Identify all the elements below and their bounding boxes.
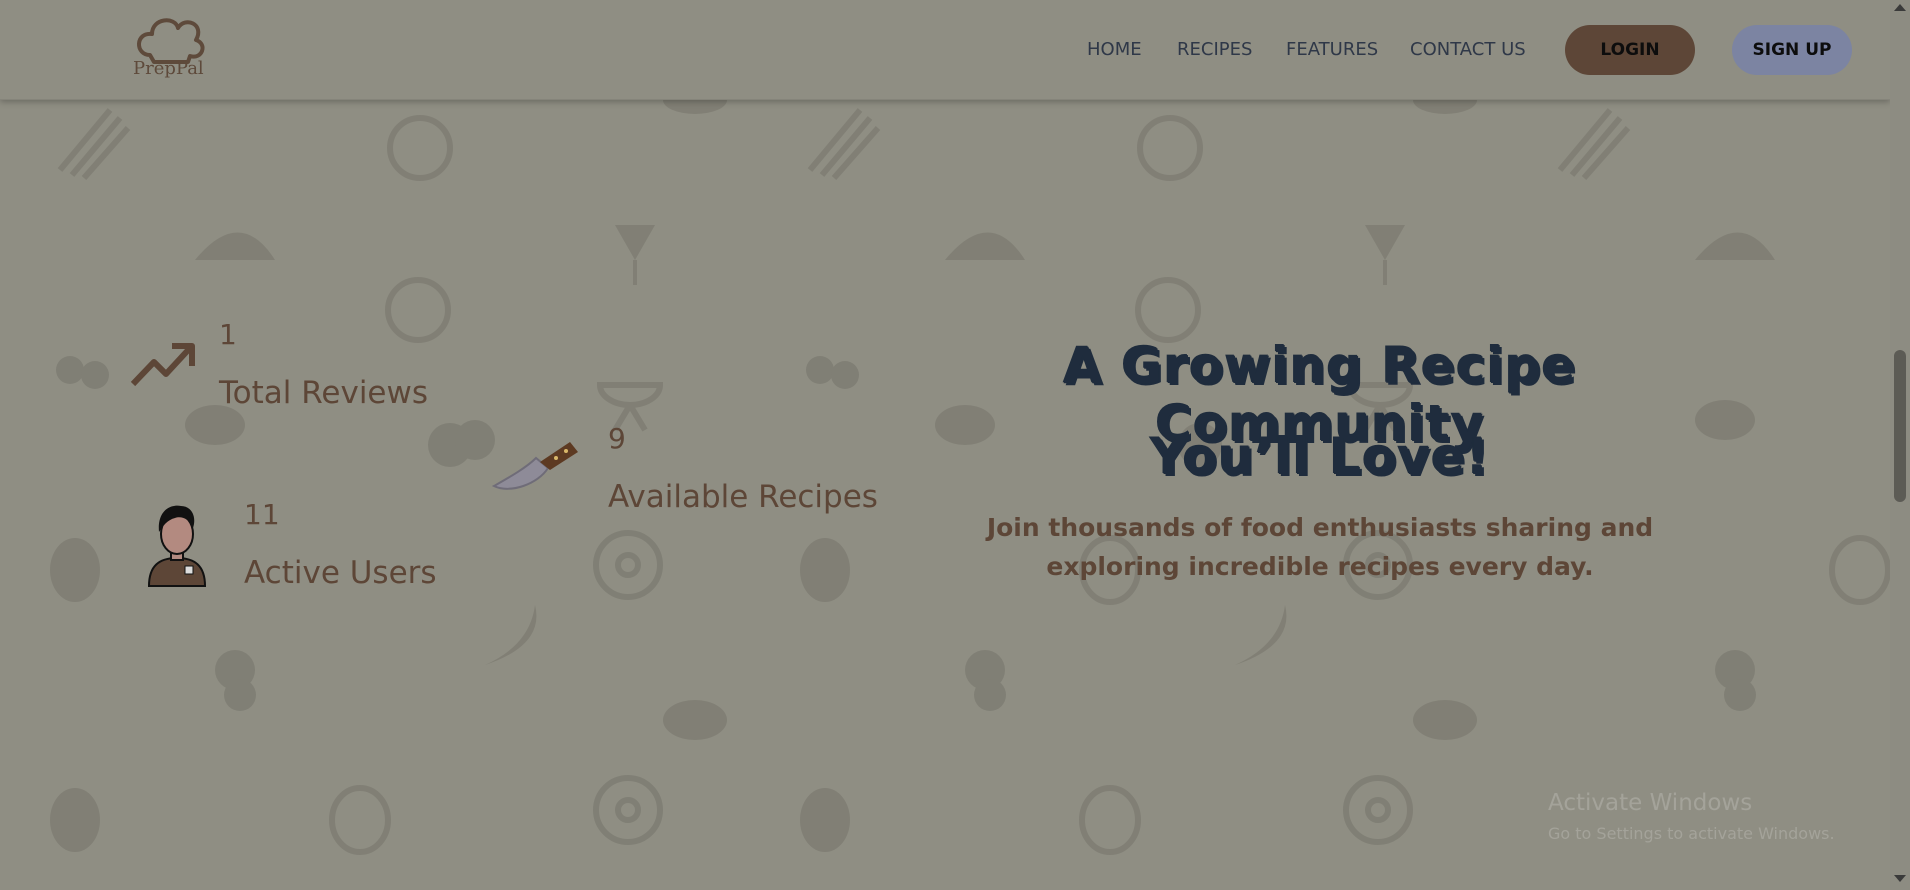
nav-link-contact-us[interactable]: CONTACT US bbox=[1410, 39, 1526, 60]
active-users-value: 11 bbox=[244, 498, 280, 531]
hero-subtext: Join thousands of food enthusiasts shari… bbox=[986, 513, 1654, 581]
brand-name[interactable]: PrepPal bbox=[133, 58, 204, 79]
hero-headline-line2: You’ll Love! bbox=[1150, 428, 1490, 486]
activate-windows-subtitle: Go to Settings to activate Windows. bbox=[1548, 824, 1835, 843]
top-navbar: PrepPal HOME RECIPES FEATURES CONTACT US… bbox=[0, 0, 1890, 100]
scroll-down-arrow-icon[interactable] bbox=[1894, 875, 1906, 882]
available-recipes-value: 9 bbox=[608, 422, 626, 455]
signup-button[interactable]: SIGN UP bbox=[1732, 25, 1852, 75]
available-recipes-label: Available Recipes bbox=[608, 479, 878, 515]
nav-link-features[interactable]: FEATURES bbox=[1286, 39, 1378, 60]
trending-up-icon bbox=[130, 343, 195, 387]
knife-icon bbox=[491, 442, 578, 490]
login-button[interactable]: LOGIN bbox=[1565, 25, 1695, 75]
turkey-icon bbox=[195, 232, 1775, 260]
pizza-icon bbox=[387, 115, 1203, 181]
total-reviews-label: Total Reviews bbox=[219, 375, 429, 411]
active-users-label: Active Users bbox=[244, 555, 437, 591]
nav-link-home[interactable]: HOME bbox=[1087, 39, 1142, 60]
banana-icon bbox=[485, 605, 1287, 665]
grapes-icon bbox=[215, 650, 1756, 711]
total-reviews-value: 1 bbox=[219, 318, 237, 351]
user-avatar-icon bbox=[147, 505, 207, 587]
scrollbar-thumb[interactable] bbox=[1894, 350, 1906, 502]
clock-icon bbox=[385, 277, 1201, 343]
activate-windows-title: Activate Windows bbox=[1548, 790, 1753, 816]
celery-icon bbox=[57, 108, 1631, 180]
scroll-up-arrow-icon[interactable] bbox=[1894, 4, 1906, 11]
nav-link-recipes[interactable]: RECIPES bbox=[1177, 39, 1252, 60]
